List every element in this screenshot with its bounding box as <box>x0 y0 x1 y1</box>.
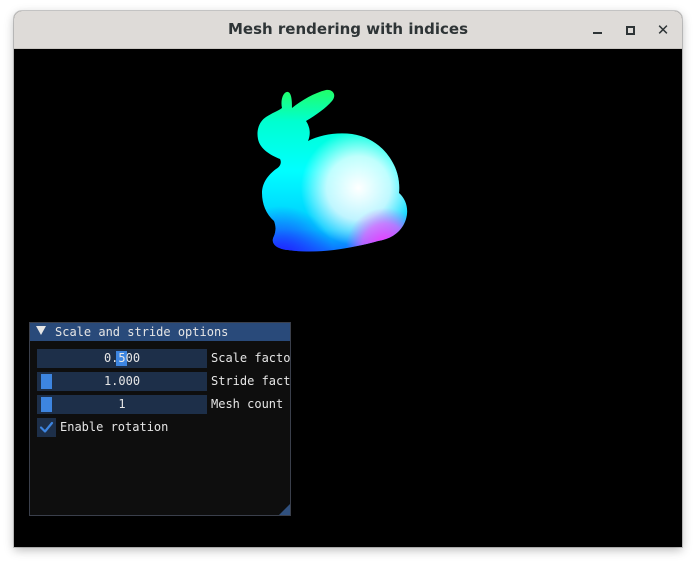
checkmark-icon <box>39 421 54 433</box>
app-window: Mesh rendering with indices ✕ Scale and … <box>14 11 682 547</box>
minimize-button[interactable] <box>585 18 609 42</box>
scale-factor-slider[interactable]: 0.500 <box>37 349 207 368</box>
scale-factor-label: Scale factor <box>211 351 291 365</box>
enable-rotation-checkbox[interactable] <box>37 418 56 437</box>
scale-factor-value: 0.500 <box>103 351 141 365</box>
stride-factor-slider[interactable]: 1.000 <box>37 372 207 391</box>
mesh-count-slider[interactable]: 1 <box>37 395 207 414</box>
panel-title-bar[interactable]: Scale and stride options <box>30 323 290 341</box>
maximize-icon <box>625 25 635 35</box>
stride-factor-value: 1.000 <box>103 374 141 388</box>
close-icon: ✕ <box>656 20 670 39</box>
stride-factor-label: Stride factor <box>211 374 291 388</box>
options-panel[interactable]: Scale and stride options 0.500 Scale fac… <box>29 322 291 516</box>
panel-title: Scale and stride options <box>55 325 229 339</box>
bunny-mesh <box>257 89 408 252</box>
triangle-down-icon[interactable] <box>36 326 46 335</box>
close-button[interactable]: ✕ <box>651 18 675 42</box>
mesh-count-label: Mesh count <box>211 397 284 411</box>
render-viewport[interactable]: Scale and stride options 0.500 Scale fac… <box>14 49 682 547</box>
minimize-icon <box>592 32 602 34</box>
title-bar[interactable]: Mesh rendering with indices ✕ <box>14 11 682 49</box>
window-title: Mesh rendering with indices <box>227 20 469 38</box>
enable-rotation-label: Enable rotation <box>60 420 169 434</box>
resize-grip[interactable] <box>279 504 290 515</box>
mesh-count-value: 1 <box>118 397 126 411</box>
maximize-button[interactable] <box>618 18 642 42</box>
